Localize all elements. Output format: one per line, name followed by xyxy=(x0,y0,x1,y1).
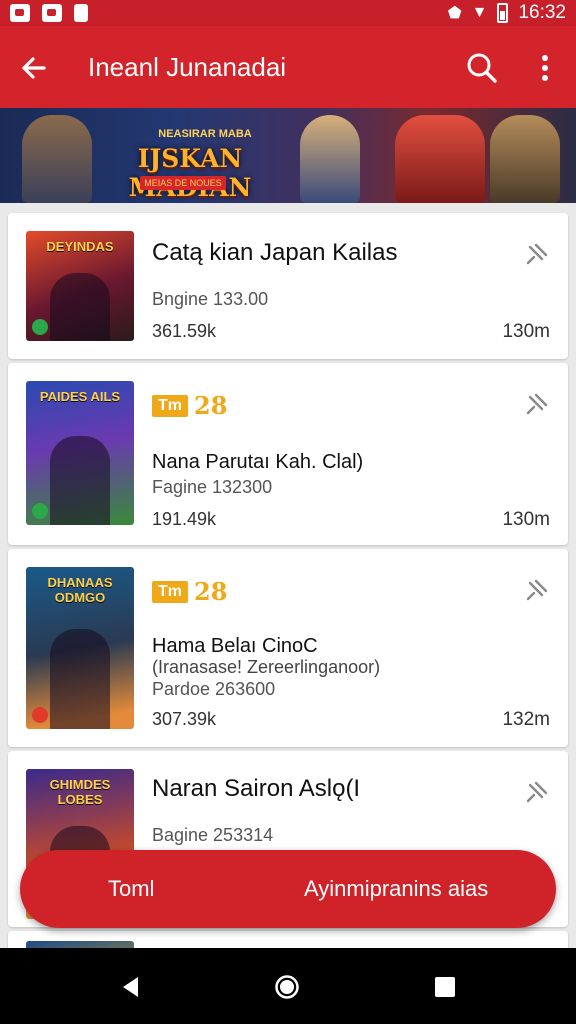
pin-icon[interactable] xyxy=(522,779,550,807)
item-count: 307.39k xyxy=(152,709,217,729)
item-name: Naran Sairon Aslǫ(I xyxy=(152,775,361,802)
more-vert-icon[interactable] xyxy=(528,48,562,88)
photo-icon xyxy=(10,4,30,22)
thumbnail-title: GHIMDES LOBES xyxy=(49,777,111,807)
thumbnail-figure xyxy=(50,435,110,525)
item-engine: Bngine 133.00 xyxy=(152,289,269,309)
list-item[interactable]: DEYINDAS Catą kian Japan Kailas Bngine 1… xyxy=(8,213,568,359)
item-name: Catą kian Japan Kailas xyxy=(152,239,398,266)
game-thumbnail: DEYINDAS xyxy=(26,231,134,341)
item-engine: Pardoe 263600 xyxy=(152,679,276,699)
list-item[interactable] xyxy=(8,931,568,948)
status-time: 16:32 xyxy=(518,2,566,23)
bottom-action-pill: Toml Ayinmipranins aias xyxy=(20,850,556,928)
home-circle-icon[interactable] xyxy=(274,974,300,1000)
system-nav-bar xyxy=(0,948,576,1024)
store-badge-icon xyxy=(32,503,48,519)
item-size: 132m xyxy=(502,709,550,730)
item-size: 130m xyxy=(502,509,550,530)
status-bar: ⬟ ▼ 16:32 xyxy=(0,0,576,26)
tag-box: Tm xyxy=(152,394,188,417)
back-arrow-icon[interactable] xyxy=(14,48,54,88)
thumbnail-figure xyxy=(50,628,110,729)
item-engine: Fagine 132300 xyxy=(152,477,273,497)
banner-plate: MEIAS DE NOUES xyxy=(140,176,226,190)
rating-tag: Tm 28 xyxy=(152,577,227,606)
page-title: Ineanl Junanadai xyxy=(88,52,287,82)
battery-icon xyxy=(497,3,509,23)
game-thumbnail: PAIDES AILS xyxy=(26,381,134,525)
list-item[interactable]: PAIDES AILS Tm 28 Nana Parutaı Kah. Clal… xyxy=(8,363,568,545)
game-thumbnail: DHANAAS ODMGO xyxy=(26,567,134,729)
banner-title: IJSKAN MADIAN xyxy=(129,144,252,202)
item-engine: Bagine 253314 xyxy=(152,825,274,845)
thumbnail-title: PAIDES AILS xyxy=(39,389,121,404)
pin-icon[interactable] xyxy=(522,391,550,419)
tab-right-button[interactable]: Ayinmipranins aias xyxy=(304,876,488,902)
thumbnail-title: DHANAAS ODMGO xyxy=(47,575,113,605)
game-thumbnail xyxy=(26,941,134,948)
tag-number: 28 xyxy=(194,391,228,420)
notification-icons xyxy=(10,4,88,22)
photo-icon xyxy=(42,4,62,22)
banner-small-text: NEASIRAR MABA xyxy=(158,128,252,140)
item-count: 361.59k xyxy=(152,321,217,341)
item-name: Hama Belaı CinoC xyxy=(152,635,318,657)
pin-icon[interactable] xyxy=(522,241,550,269)
banner-hero-figure xyxy=(490,115,560,203)
rating-tag: Tm 28 xyxy=(152,391,227,420)
banner-hero-figure xyxy=(395,115,485,203)
item-size: 130m xyxy=(502,321,550,342)
item-count: 191.49k xyxy=(152,509,217,529)
thumbnail-figure xyxy=(50,272,110,341)
back-triangle-icon[interactable] xyxy=(118,974,144,1000)
store-badge-icon xyxy=(32,319,48,335)
pin-icon[interactable] xyxy=(522,577,550,605)
list-item[interactable]: DHANAAS ODMGO Tm 28 Hama Belaı CinoC (Ir… xyxy=(8,549,568,747)
system-icons: ⬟ ▼ 16:32 xyxy=(448,2,566,24)
tag-number: 28 xyxy=(194,577,228,606)
game-list: DEYINDAS Catą kian Japan Kailas Bngine 1… xyxy=(0,203,576,948)
search-icon[interactable] xyxy=(462,48,502,88)
app-bar: Ineanl Junanadai xyxy=(0,26,576,108)
item-name: Nana Parutaı Kah. Clal) xyxy=(152,451,364,473)
item-subtitle: (Iranasase! Zereerlinganoor) xyxy=(152,657,381,677)
banner-hero-figure xyxy=(22,115,92,203)
promo-banner[interactable]: NEASIRAR MABA IJSKAN MADIAN MEIAS DE NOU… xyxy=(0,108,576,203)
recents-square-icon[interactable] xyxy=(432,974,458,1000)
thumbnail-title: DEYINDAS xyxy=(46,239,114,254)
wifi-icon: ▼ xyxy=(471,4,488,21)
alarm-icon: ⬟ xyxy=(447,5,462,22)
tab-left-button[interactable]: Toml xyxy=(108,876,154,902)
store-badge-icon xyxy=(32,707,48,723)
banner-hero-figure xyxy=(300,115,360,203)
doc-icon xyxy=(74,4,88,22)
tag-box: Tm xyxy=(152,580,188,603)
